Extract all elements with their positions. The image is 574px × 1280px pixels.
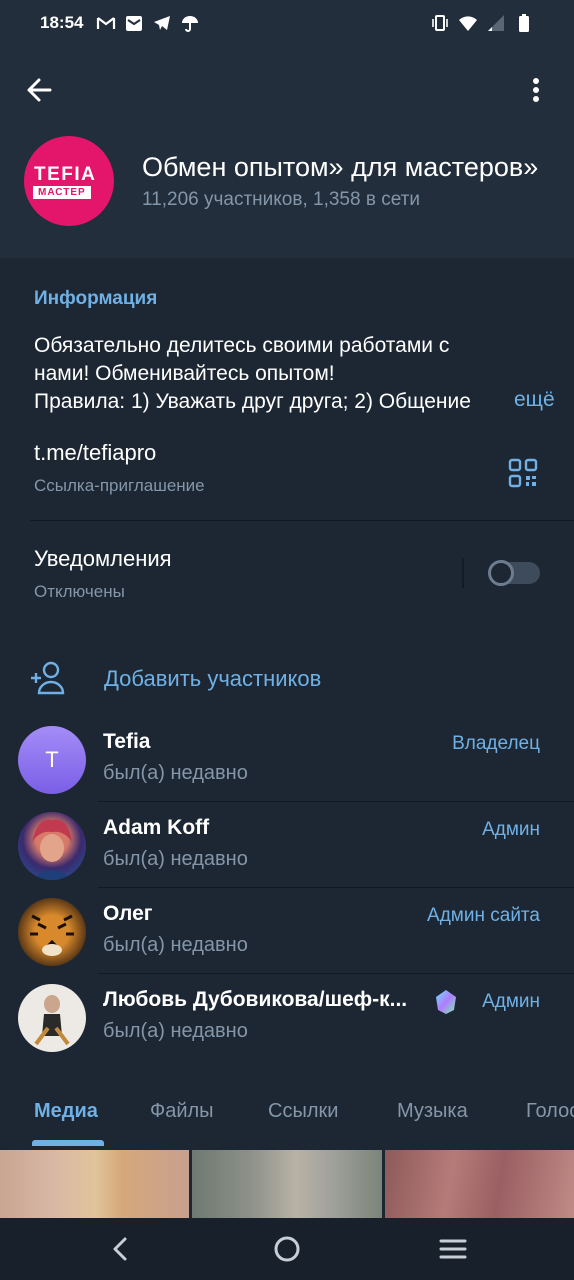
umbrella-icon bbox=[182, 16, 198, 32]
system-nav-bar bbox=[0, 1218, 574, 1280]
member-role: Админ bbox=[482, 991, 540, 1012]
telegram-icon bbox=[154, 16, 170, 30]
invite-link-row[interactable]: t.me/tefiapro Ссылка-приглашение bbox=[34, 440, 205, 496]
tab-files[interactable]: Файлы bbox=[150, 1100, 214, 1123]
member-role: Владелец bbox=[452, 733, 540, 754]
group-description[interactable]: Обязательно делитесь своими работами с н… bbox=[34, 332, 544, 416]
member-status: был(а) недавно bbox=[103, 1020, 248, 1042]
member-status: был(а) недавно bbox=[103, 848, 248, 870]
group-avatar-line2: МАСТЕР bbox=[33, 186, 91, 199]
battery-icon bbox=[519, 14, 529, 32]
add-user-icon bbox=[31, 661, 65, 695]
wifi-icon bbox=[459, 16, 477, 31]
premium-badge-icon bbox=[436, 990, 456, 1014]
notifications-status: Отключены bbox=[34, 582, 125, 601]
nav-home-icon[interactable] bbox=[270, 1232, 304, 1266]
member-role: Админ bbox=[482, 819, 540, 840]
info-section-title: Информация bbox=[34, 288, 158, 309]
member-avatar bbox=[18, 812, 86, 880]
nav-back-icon[interactable] bbox=[104, 1232, 138, 1266]
gmail-icon bbox=[96, 17, 116, 29]
member-row[interactable]: Adam Koff был(а) недавно Админ bbox=[0, 802, 574, 888]
tab-music[interactable]: Музыка bbox=[397, 1100, 468, 1123]
media-thumbnail[interactable] bbox=[385, 1150, 574, 1220]
active-tab-indicator bbox=[32, 1140, 104, 1146]
avatar-image bbox=[30, 914, 74, 956]
description-line: нами! Обменивайтесь опытом! bbox=[34, 362, 335, 385]
media-grid bbox=[0, 1148, 574, 1220]
media-thumbnail[interactable] bbox=[192, 1150, 382, 1220]
info-section: Информация Обязательно делитесь своими р… bbox=[0, 262, 574, 626]
notifications-title: Уведомления bbox=[34, 546, 172, 571]
more-vertical-icon[interactable] bbox=[518, 72, 554, 108]
status-time: 18:54 bbox=[40, 13, 84, 32]
toggle-knob bbox=[488, 560, 514, 586]
member-avatar bbox=[18, 898, 86, 966]
tab-voice[interactable]: Голосовые bbox=[526, 1100, 574, 1123]
member-status: был(а) недавно bbox=[103, 934, 248, 956]
tab-media[interactable]: Медиа bbox=[34, 1100, 98, 1123]
tab-links[interactable]: Ссылки bbox=[268, 1100, 338, 1123]
status-bar: 18:54 bbox=[0, 0, 574, 48]
group-title: «Обмен опытом» для мастеров bbox=[142, 152, 539, 182]
group-subtitle: 11,206 участников, 1,358 в сети bbox=[142, 189, 420, 210]
media-thumbnail[interactable] bbox=[0, 1150, 189, 1220]
avatar-image bbox=[34, 995, 70, 1046]
avatar-image bbox=[32, 819, 72, 880]
member-role: Админ сайта bbox=[427, 905, 540, 926]
group-avatar-line1: TEFIA bbox=[34, 164, 97, 185]
back-arrow-icon[interactable] bbox=[22, 72, 58, 108]
member-row[interactable]: Любовь Дубовикова/шеф-к... был(а) недавн… bbox=[0, 974, 574, 1060]
notifications-row[interactable]: Уведомления Отключены bbox=[34, 546, 172, 602]
vertical-separator bbox=[462, 558, 464, 588]
add-members-label: Добавить участников bbox=[104, 666, 322, 691]
member-avatar bbox=[18, 984, 86, 1052]
description-line: Правила: 1) Уважать друг друга; 2) Общен… bbox=[34, 390, 471, 413]
nav-menu-icon[interactable] bbox=[436, 1232, 470, 1266]
member-name: Олег bbox=[103, 902, 153, 925]
member-name: Tefia bbox=[103, 730, 151, 753]
member-name: Любовь Дубовикова/шеф-к... bbox=[103, 988, 408, 1011]
member-avatar: T bbox=[18, 726, 86, 794]
signal-icon bbox=[488, 15, 504, 31]
description-line: Обязательно делитесь своими работами с bbox=[34, 334, 450, 357]
chat-header: TEFIA МАСТЕР «Обмен опытом» для мастеров… bbox=[0, 48, 574, 258]
divider bbox=[30, 520, 574, 521]
invite-link-caption: Ссылка-приглашение bbox=[34, 476, 205, 495]
group-avatar[interactable]: TEFIA МАСТЕР bbox=[24, 136, 114, 226]
mail-icon bbox=[126, 16, 142, 31]
member-status: был(а) недавно bbox=[103, 762, 248, 784]
shared-media-tabs: Медиа Файлы Ссылки Музыка Голосовые bbox=[0, 1076, 574, 1146]
show-more-link[interactable]: ещё bbox=[496, 388, 555, 412]
qr-code-icon[interactable] bbox=[508, 458, 538, 488]
member-row[interactable]: T Tefia был(а) недавно Владелец bbox=[0, 716, 574, 802]
notifications-toggle[interactable] bbox=[488, 560, 540, 586]
avatar-initial: T bbox=[45, 747, 59, 772]
invite-link[interactable]: t.me/tefiapro bbox=[34, 440, 205, 466]
add-members-button[interactable]: Добавить участников bbox=[0, 644, 574, 714]
member-row[interactable]: Олег был(а) недавно Админ сайта bbox=[0, 888, 574, 974]
member-name: Adam Koff bbox=[103, 816, 210, 839]
vibrate-icon bbox=[432, 15, 448, 31]
members-section: Добавить участников T Tefia был(а) недав… bbox=[0, 644, 574, 1058]
